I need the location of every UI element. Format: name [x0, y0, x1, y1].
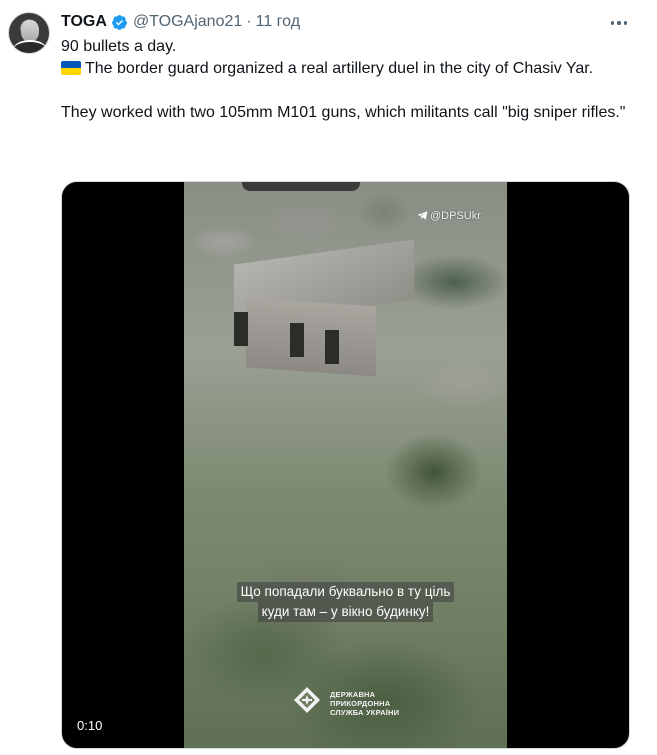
avatar-body: [13, 40, 47, 53]
video-watermark: @DPSUkr: [417, 210, 481, 222]
ukraine-flag-icon: [61, 61, 81, 75]
tweet-text: 90 bullets a day. The border guard organ…: [61, 36, 631, 124]
avatar[interactable]: [8, 12, 50, 54]
video-top-bar: [242, 182, 360, 191]
video-duration: 0:10: [72, 716, 108, 736]
tweet-timestamp[interactable]: 11 год: [256, 13, 300, 31]
tweet-text-line: The border guard organized a real artill…: [61, 58, 631, 80]
video-building: [246, 297, 376, 377]
video-window: [234, 312, 248, 346]
dpsu-logo-text: ДЕРЖАВНА ПРИКОРДОННА СЛУЖБА УКРАЇНИ: [330, 690, 399, 717]
subtitle-line-1: Що попадали буквально в ту ціль: [236, 582, 455, 602]
more-icon-dot: [617, 21, 621, 25]
video-window: [325, 330, 339, 364]
logo-line-3: СЛУЖБА УКРАЇНИ: [330, 708, 400, 717]
verified-badge-icon: [112, 14, 127, 30]
video-subtitle: Що попадали буквально в ту ціль куди там…: [184, 582, 507, 622]
logo-line-2: ПРИКОРДОННА: [330, 699, 391, 708]
avatar-face: [21, 20, 39, 42]
subtitle-line-2: куди там – у вікно будинку!: [257, 602, 434, 622]
logo-line-1: ДЕРЖАВНА: [330, 690, 376, 699]
watermark-text: @DPSUkr: [430, 210, 481, 222]
tweet-text-line: 90 bullets a day.: [61, 38, 177, 55]
more-icon-dot: [623, 21, 628, 25]
more-options-button[interactable]: [604, 8, 634, 38]
dpsu-emblem-icon: [294, 687, 320, 713]
author-name[interactable]: TOGA: [61, 13, 107, 31]
telegram-icon: [417, 211, 428, 220]
video-player[interactable]: @DPSUkr Що попадали буквально в ту ціль …: [61, 181, 630, 749]
more-icon: [610, 21, 615, 25]
author-handle[interactable]: @TOGAjano21: [133, 13, 242, 31]
video-frame: @DPSUkr Що попадали буквально в ту ціль …: [184, 182, 507, 748]
tweet-text-line: They worked with two 105mm M101 guns, wh…: [61, 104, 626, 121]
tweet-text-span: The border guard organized a real artill…: [85, 60, 594, 77]
tweet[interactable]: TOGA @TOGAjano21 · 11 год 90 bullets a d…: [0, 0, 657, 755]
separator-dot: ·: [246, 13, 252, 30]
tweet-header: TOGA @TOGAjano21 · 11 год: [61, 11, 300, 33]
video-window: [290, 323, 304, 357]
